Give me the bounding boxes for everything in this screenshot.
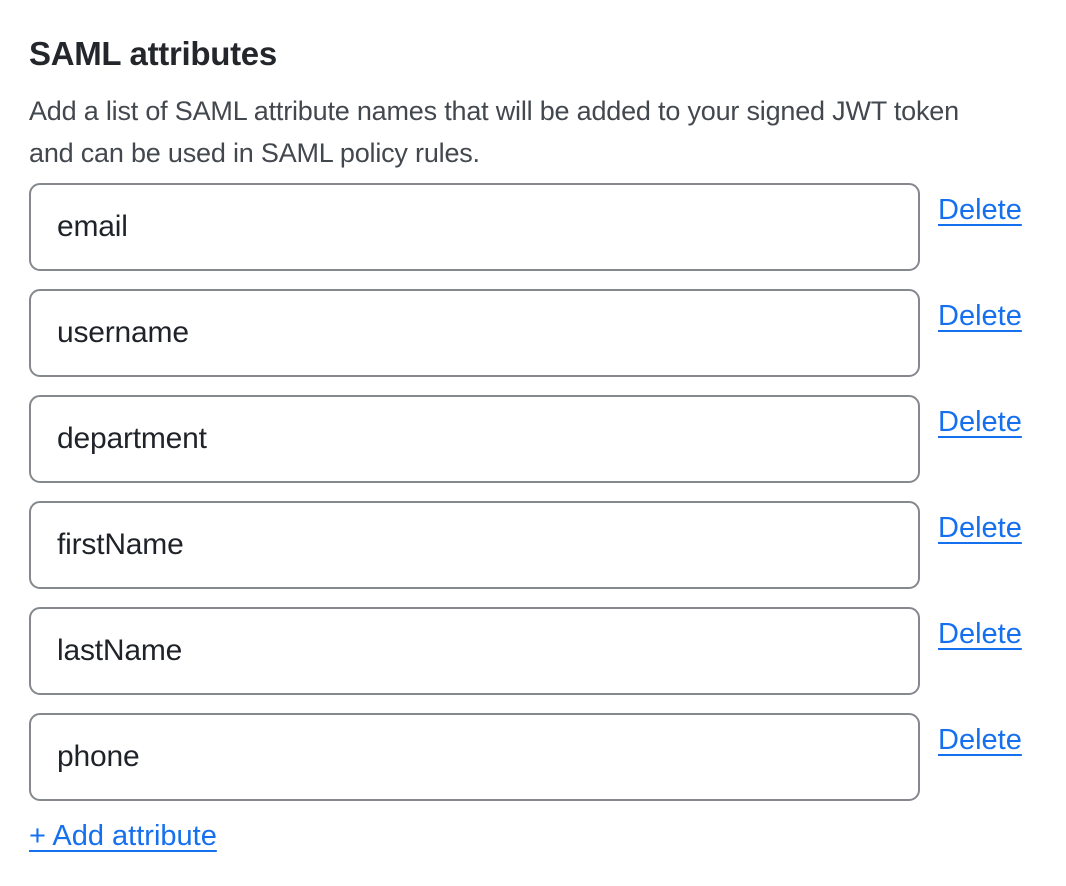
delete-attribute-link[interactable]: Delete <box>938 512 1022 544</box>
attribute-list: Delete Delete Delete Delete Delete <box>29 183 1023 801</box>
section-description: Add a list of SAML attribute names that … <box>29 90 1023 174</box>
attribute-row: Delete <box>29 183 1023 271</box>
delete-cell: Delete <box>938 501 1022 545</box>
attribute-input-phone[interactable] <box>29 713 920 801</box>
delete-attribute-link[interactable]: Delete <box>938 406 1022 438</box>
saml-attributes-section: SAML attributes Add a list of SAML attri… <box>0 0 1066 853</box>
section-description-line-1: Add a list of SAML attribute names that … <box>29 90 1023 132</box>
attribute-input-lastname[interactable] <box>29 607 920 695</box>
attribute-row: Delete <box>29 289 1023 377</box>
add-attribute-row: + Add attribute <box>29 819 1023 853</box>
delete-attribute-link[interactable]: Delete <box>938 194 1022 226</box>
attribute-input-firstname[interactable] <box>29 501 920 589</box>
delete-cell: Delete <box>938 289 1022 333</box>
attribute-row: Delete <box>29 607 1023 695</box>
add-attribute-link[interactable]: + Add attribute <box>29 820 217 852</box>
attribute-row: Delete <box>29 713 1023 801</box>
delete-attribute-link[interactable]: Delete <box>938 724 1022 756</box>
attribute-input-department[interactable] <box>29 395 920 483</box>
attribute-input-username[interactable] <box>29 289 920 377</box>
delete-attribute-link[interactable]: Delete <box>938 618 1022 650</box>
delete-cell: Delete <box>938 713 1022 757</box>
delete-cell: Delete <box>938 607 1022 651</box>
section-title: SAML attributes <box>29 34 1023 74</box>
attribute-row: Delete <box>29 395 1023 483</box>
delete-cell: Delete <box>938 183 1022 227</box>
delete-attribute-link[interactable]: Delete <box>938 300 1022 332</box>
section-description-line-2: and can be used in SAML policy rules. <box>29 132 1023 174</box>
attribute-input-email[interactable] <box>29 183 920 271</box>
delete-cell: Delete <box>938 395 1022 439</box>
attribute-row: Delete <box>29 501 1023 589</box>
